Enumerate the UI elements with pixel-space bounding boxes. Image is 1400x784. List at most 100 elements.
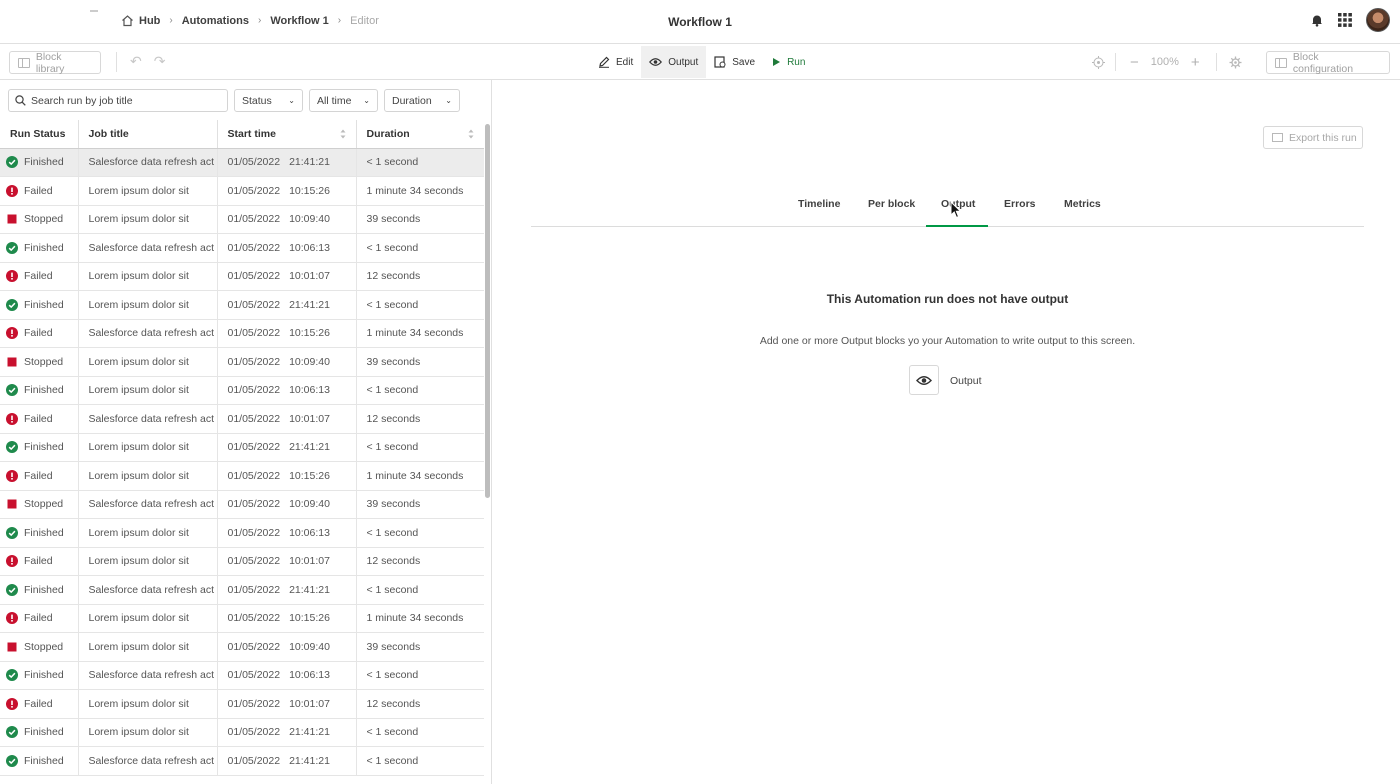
table-row[interactable]: Finished Lorem ipsum dolor sit 01/05/2022 2… bbox=[0, 433, 484, 462]
apps-grid-icon[interactable] bbox=[1338, 13, 1352, 27]
column-header-run-status[interactable]: Run Status bbox=[0, 120, 79, 149]
target-icon[interactable] bbox=[1092, 55, 1105, 69]
job-title-cell: Lorem ipsum dolor sit bbox=[78, 718, 218, 747]
job-title-cell: Lorem ipsum dolor sit bbox=[78, 461, 218, 491]
table-row[interactable]: Finished Salesforce data refresh act 01/05… bbox=[0, 233, 484, 263]
tab-metrics[interactable]: Metrics bbox=[1064, 198, 1101, 210]
avatar[interactable] bbox=[1366, 8, 1390, 32]
duration-cell: < 1 second bbox=[356, 376, 484, 405]
table-row[interactable]: Finished Lorem ipsum dolor sit 01/05/2022 2… bbox=[0, 290, 484, 320]
table-row[interactable]: Finished Salesforce data refresh act 01/05… bbox=[0, 661, 484, 690]
tab-errors[interactable]: Errors bbox=[1004, 198, 1036, 210]
table-row[interactable]: Failed Lorem ipsum dolor sit 01/05/2022 10:… bbox=[0, 461, 484, 491]
duration-cell: < 1 second bbox=[356, 661, 484, 690]
zoom-in-icon[interactable]: + bbox=[1191, 54, 1200, 71]
table-row[interactable]: Failed Lorem ipsum dolor sit 01/05/2022 10:… bbox=[0, 604, 484, 633]
time-filter-dropdown[interactable]: All time ⌄ bbox=[309, 89, 378, 112]
save-button[interactable]: Save bbox=[706, 46, 763, 78]
bell-icon[interactable] bbox=[1310, 13, 1324, 27]
start-clock: 10:15:26 bbox=[289, 612, 330, 625]
table-row[interactable]: Finished Salesforce data refresh act 01/05… bbox=[0, 746, 484, 776]
mouse-cursor-icon bbox=[950, 201, 962, 219]
divider bbox=[491, 80, 492, 784]
status-filter-dropdown[interactable]: Status ⌄ bbox=[234, 89, 303, 112]
run-status-text: Finished bbox=[24, 156, 64, 169]
start-clock: 10:01:07 bbox=[289, 555, 330, 568]
breadcrumb-workflow[interactable]: Workflow 1 bbox=[270, 15, 328, 27]
start-clock: 10:15:26 bbox=[289, 327, 330, 340]
table-row[interactable]: Stopped Lorem ipsum dolor sit 01/05/2022 10… bbox=[0, 347, 484, 377]
eye-icon bbox=[649, 58, 663, 66]
run-status-text: Finished bbox=[24, 241, 64, 254]
table-row[interactable]: Failed Salesforce data refresh act 01/05/2… bbox=[0, 319, 484, 348]
breadcrumb-automations[interactable]: Automations bbox=[182, 15, 249, 27]
search-input[interactable] bbox=[31, 94, 216, 107]
check-circle-icon bbox=[6, 669, 18, 682]
start-date: 01/05/2022 bbox=[227, 298, 281, 311]
zoom-controls: − 100% + bbox=[1092, 44, 1242, 80]
table-row[interactable]: Finished Lorem ipsum dolor sit 01/05/2022 1… bbox=[0, 376, 484, 405]
tab-per-block[interactable]: Per block bbox=[868, 198, 915, 210]
zoom-out-icon[interactable]: − bbox=[1130, 54, 1139, 71]
run-status-text: Failed bbox=[24, 412, 53, 425]
job-title-cell: Salesforce data refresh act bbox=[78, 319, 218, 348]
breadcrumb: Hub › Automations › Workflow 1 › Editor bbox=[121, 14, 379, 27]
duration-cell: < 1 second bbox=[356, 575, 484, 605]
duration-cell: 39 seconds bbox=[356, 490, 484, 519]
table-scrollbar[interactable] bbox=[485, 124, 490, 498]
settings-icon[interactable] bbox=[1229, 56, 1242, 69]
run-status-text: Failed bbox=[24, 270, 53, 283]
job-title-cell: Lorem ipsum dolor sit bbox=[78, 290, 218, 320]
block-configuration-button[interactable]: Block configuration bbox=[1266, 51, 1390, 75]
table-row[interactable]: Finished Salesforce data refresh act 01/05… bbox=[0, 575, 484, 605]
home-icon[interactable] bbox=[121, 14, 134, 27]
column-header-duration[interactable]: Duration bbox=[356, 120, 484, 149]
output-mode-button[interactable]: Output bbox=[641, 46, 707, 78]
duration-filter-dropdown[interactable]: Duration ⌄ bbox=[384, 89, 460, 112]
exclamation-circle-icon bbox=[6, 612, 18, 625]
sort-icon[interactable] bbox=[468, 129, 474, 139]
block-library-button[interactable]: Block library bbox=[9, 51, 101, 75]
table-row[interactable]: Finished Lorem ipsum dolor sit 01/05/2022 1… bbox=[0, 518, 484, 548]
stop-square-icon bbox=[6, 213, 18, 225]
export-run-button[interactable]: Export this run bbox=[1263, 126, 1363, 149]
start-time-cell: 01/05/2022 21:41:21 bbox=[217, 433, 357, 462]
breadcrumb-hub[interactable]: Hub bbox=[139, 15, 160, 27]
table-row[interactable]: Finished Lorem ipsum dolor sit 01/05/2022 2… bbox=[0, 718, 484, 747]
sort-icon[interactable] bbox=[340, 129, 346, 139]
start-clock: 21:41:21 bbox=[289, 441, 330, 454]
output-block-button[interactable] bbox=[909, 365, 939, 395]
exclamation-circle-icon bbox=[6, 270, 18, 283]
run-status-text: Stopped bbox=[24, 640, 64, 653]
redo-icon[interactable]: ↷ bbox=[154, 53, 166, 70]
edit-button[interactable]: Edit bbox=[590, 46, 641, 78]
table-row[interactable]: Failed Lorem ipsum dolor sit 01/05/2022 10:… bbox=[0, 176, 484, 206]
run-status-text: Finished bbox=[24, 384, 64, 397]
column-header-start-time[interactable]: Start time bbox=[217, 120, 357, 149]
start-date: 01/05/2022 bbox=[227, 184, 281, 197]
panel-icon bbox=[1275, 57, 1287, 68]
save-icon bbox=[714, 56, 726, 68]
check-circle-icon bbox=[6, 754, 18, 767]
check-circle-icon bbox=[6, 441, 18, 454]
table-row[interactable]: Failed Lorem ipsum dolor sit 01/05/2022 10:… bbox=[0, 262, 484, 291]
undo-icon[interactable]: ↶ bbox=[130, 53, 142, 70]
table-row[interactable]: Failed Lorem ipsum dolor sit 01/05/2022 10:… bbox=[0, 689, 484, 719]
duration-cell: 1 minute 34 seconds bbox=[356, 319, 484, 348]
check-circle-icon bbox=[6, 384, 18, 397]
table-row[interactable]: Finished Salesforce data refresh act 01/05… bbox=[0, 148, 484, 177]
run-button[interactable]: Run bbox=[763, 46, 813, 78]
start-time-cell: 01/05/2022 21:41:21 bbox=[217, 575, 357, 605]
column-header-job-title[interactable]: Job title bbox=[78, 120, 218, 149]
table-row[interactable]: Stopped Lorem ipsum dolor sit 01/05/2022 10… bbox=[0, 632, 484, 662]
table-row[interactable]: Stopped Salesforce data refresh act 01/05/… bbox=[0, 490, 484, 519]
table-row[interactable]: Failed Lorem ipsum dolor sit 01/05/2022 10:… bbox=[0, 547, 484, 576]
table-row[interactable]: Stopped Lorem ipsum dolor sit 01/05/2022 10… bbox=[0, 205, 484, 234]
start-date: 01/05/2022 bbox=[227, 555, 281, 568]
page-title: Workflow 1 bbox=[668, 15, 732, 29]
tab-timeline[interactable]: Timeline bbox=[798, 198, 840, 210]
job-title-cell: Salesforce data refresh act bbox=[78, 233, 218, 263]
start-clock: 10:06:13 bbox=[289, 526, 330, 539]
table-row[interactable]: Failed Salesforce data refresh act 01/05/2… bbox=[0, 404, 484, 434]
check-circle-icon bbox=[6, 726, 18, 739]
